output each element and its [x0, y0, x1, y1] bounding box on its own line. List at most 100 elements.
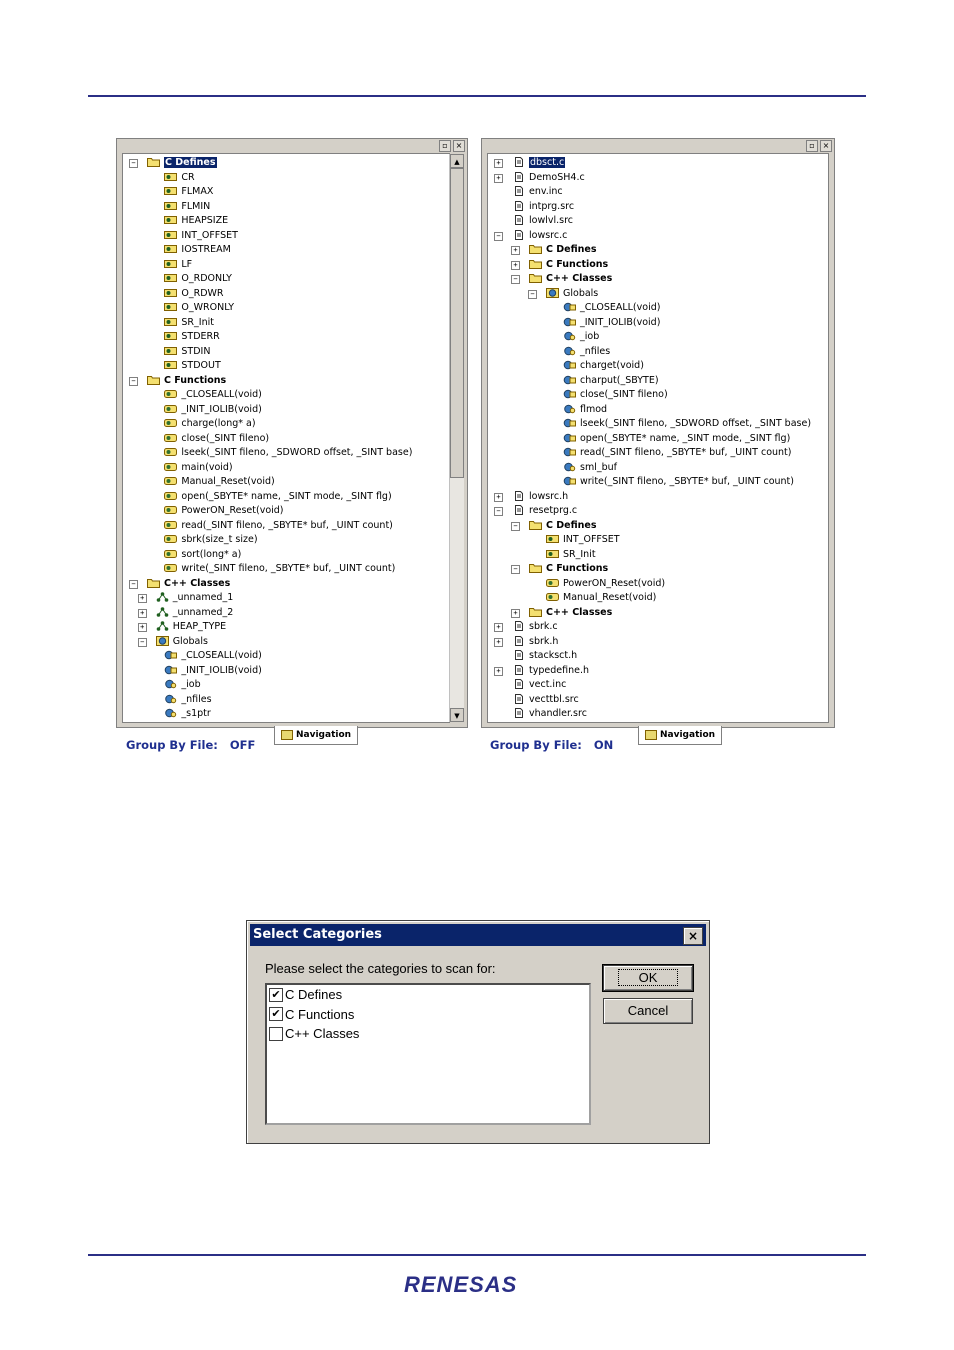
tab-navigation-right[interactable]: Navigation — [638, 726, 723, 745]
tree-node[interactable]: resetprg.c — [512, 504, 577, 518]
tree-node[interactable]: write(_SINT fileno, _SBYTE* buf, _UINT c… — [563, 475, 794, 489]
tree-node[interactable]: O_RDWR — [164, 287, 224, 301]
tree-node[interactable]: sbrk(size_t size) — [164, 533, 258, 547]
tree-node[interactable]: _CLOSEALL(void) — [563, 301, 660, 315]
tree-node[interactable]: C Functions — [529, 562, 608, 576]
tree-node[interactable]: C Functions — [529, 258, 608, 272]
scroll-down-icon[interactable]: ▼ — [450, 708, 464, 722]
tree-node[interactable]: intprg.src — [512, 200, 574, 214]
tree-node[interactable]: open(_SBYTE* name, _SINT mode, _SINT flg… — [164, 490, 392, 504]
tree-node[interactable]: C++ Classes — [529, 606, 612, 620]
tree-node[interactable]: typedefine.h — [512, 664, 589, 678]
expand-icon[interactable]: + — [494, 159, 503, 168]
expand-icon[interactable]: + — [494, 623, 503, 632]
tree-node[interactable]: close(_SINT fileno) — [563, 388, 668, 402]
tree-node[interactable]: sbrk.h — [512, 635, 558, 649]
collapse-icon[interactable]: − — [511, 275, 520, 284]
tree-node[interactable]: dbsct.c — [512, 156, 566, 170]
tree-node[interactable]: INT_OFFSET — [164, 229, 238, 243]
tree-node[interactable]: Globals — [546, 287, 598, 301]
tree-node[interactable]: PowerON_Reset(void) — [164, 504, 284, 518]
tree-node[interactable]: write(_SINT fileno, _SBYTE* buf, _UINT c… — [164, 562, 395, 576]
tree-node[interactable]: sbrk.c — [512, 620, 558, 634]
collapse-icon[interactable]: − — [511, 521, 520, 531]
tree-node[interactable]: HEAPSIZE — [164, 214, 228, 228]
tree-node[interactable]: IOSTREAM — [164, 243, 231, 257]
tree-node[interactable]: PowerON_Reset(void) — [546, 577, 665, 591]
tree-node[interactable]: _INIT_IOLIB(void) — [164, 664, 262, 678]
expand-icon[interactable]: + — [494, 637, 503, 647]
tree-node[interactable]: C Defines — [529, 519, 597, 533]
tree-node[interactable]: C Defines — [147, 156, 217, 170]
tree-node[interactable]: lowsrc.h — [512, 490, 568, 504]
collapse-icon[interactable]: − — [494, 231, 503, 241]
tree-node[interactable]: _unnamed_1 — [156, 591, 233, 605]
categories-listbox[interactable]: ✔ C Defines ✔ C Functions C++ Classes — [265, 983, 591, 1125]
tree-node[interactable]: _iob — [563, 330, 599, 344]
scroll-thumb[interactable] — [450, 168, 464, 478]
tree-node[interactable]: read(_SINT fileno, _SBYTE* buf, _UINT co… — [563, 446, 792, 460]
vertical-scrollbar[interactable]: ▲ ▼ — [449, 154, 464, 722]
tree-node[interactable]: Manual_Reset(void) — [546, 591, 656, 605]
expand-icon[interactable]: + — [137, 623, 147, 632]
category-checkbox[interactable]: ✔ — [269, 1007, 283, 1022]
tree-node[interactable]: SR_Init — [546, 548, 596, 562]
tree-node[interactable]: HEAP_TYPE — [156, 620, 226, 634]
category-item[interactable]: ✔ C Functions — [269, 1006, 354, 1024]
tree-node[interactable]: _INIT_IOLIB(void) — [164, 403, 262, 417]
tree-node[interactable]: O_WRONLY — [164, 301, 234, 315]
collapse-icon[interactable]: − — [129, 159, 138, 168]
close-icon[interactable]: × — [683, 927, 703, 945]
tree-node[interactable]: SR_Init — [164, 316, 214, 330]
tree-node[interactable]: Manual_Reset(void) — [164, 475, 275, 489]
tree-node[interactable]: vhandler.src — [512, 707, 587, 721]
tree-node[interactable]: lowsrc.c — [512, 229, 567, 243]
expand-icon[interactable]: + — [511, 260, 520, 270]
expand-icon[interactable]: + — [494, 666, 503, 676]
tree-node[interactable]: env.inc — [512, 185, 563, 199]
tree-node[interactable]: C Defines — [529, 243, 597, 257]
tree-node[interactable]: lseek(_SINT fileno, _SDWORD offset, _SIN… — [164, 446, 412, 460]
category-checkbox[interactable] — [269, 1026, 283, 1041]
collapse-icon[interactable]: − — [129, 579, 138, 589]
tree-node[interactable]: CR — [164, 171, 195, 185]
tree-node[interactable]: LF — [164, 258, 192, 272]
tree-node[interactable]: read(_SINT fileno, _SBYTE* buf, _UINT co… — [164, 519, 393, 533]
tree-node[interactable]: STDIN — [164, 345, 210, 359]
category-checkbox[interactable]: ✔ — [269, 987, 283, 1002]
expand-icon[interactable]: + — [494, 492, 503, 502]
tree-node[interactable]: _CLOSEALL(void) — [164, 649, 262, 663]
tree-node[interactable]: close(_SINT fileno) — [164, 432, 269, 446]
expand-icon[interactable]: + — [511, 246, 520, 255]
minimize-icon[interactable]: ▫ — [806, 140, 818, 152]
tree-node[interactable]: C++ Classes — [147, 577, 230, 591]
tree-node[interactable]: charget(void) — [563, 359, 644, 373]
expand-icon[interactable]: + — [137, 594, 147, 603]
tree-node[interactable]: vecttbl.src — [512, 693, 579, 707]
expand-icon[interactable]: + — [137, 608, 147, 618]
tree-node[interactable]: open(_SBYTE* name, _SINT mode, _SINT flg… — [563, 432, 790, 446]
tree-node[interactable]: lowlvl.src — [512, 214, 573, 228]
tree-node[interactable]: FLMAX — [164, 185, 213, 199]
category-item[interactable]: ✔ C Defines — [269, 986, 342, 1004]
tree-node[interactable]: sort(long* a) — [164, 548, 241, 562]
tree-node[interactable]: _unnamed_2 — [156, 606, 233, 620]
tree-node[interactable]: charput(_SBYTE) — [563, 374, 659, 388]
tree-node[interactable]: C++ Classes — [529, 272, 612, 286]
tree-node[interactable]: main(void) — [164, 461, 233, 475]
tree-node[interactable]: charge(long* a) — [164, 417, 256, 431]
tree-node[interactable]: lseek(_SINT fileno, _SDWORD offset, _SIN… — [563, 417, 811, 431]
category-item[interactable]: C++ Classes — [269, 1025, 359, 1043]
tree-view[interactable]: C Defines − CR FLMAX FLMIN HEAPSIZE INT_OFFSET… — [122, 153, 450, 723]
tree-node[interactable]: _CLOSEALL(void) — [164, 388, 262, 402]
tree-node[interactable]: _s1ptr — [164, 707, 211, 721]
close-icon[interactable]: × — [820, 140, 832, 152]
scroll-up-icon[interactable]: ▲ — [450, 154, 464, 168]
tree-node[interactable]: Globals — [155, 635, 208, 649]
collapse-icon[interactable]: − — [494, 507, 503, 516]
collapse-icon[interactable]: − — [129, 376, 138, 386]
cancel-button[interactable]: Cancel — [603, 998, 693, 1024]
ok-button[interactable]: OK — [602, 964, 694, 992]
expand-icon[interactable]: + — [511, 608, 520, 618]
tree-node[interactable]: sml_buf — [563, 461, 617, 475]
